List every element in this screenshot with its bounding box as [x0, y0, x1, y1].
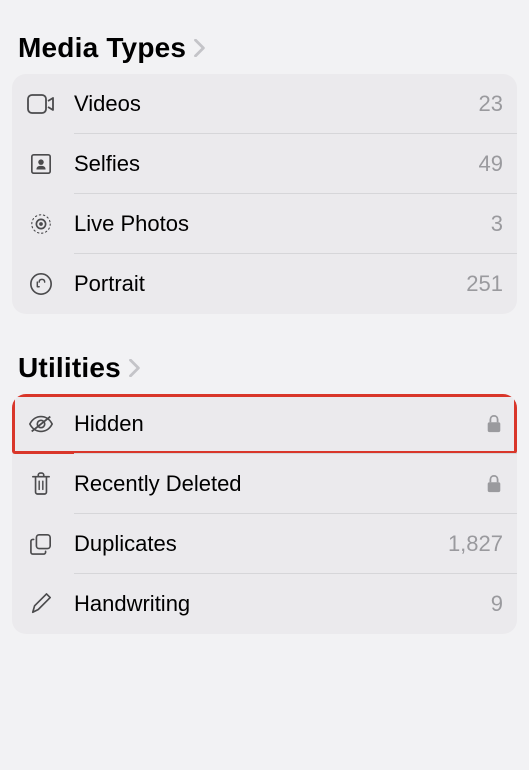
utilities-header[interactable]: Utilities [0, 352, 529, 384]
media-types-header[interactable]: Media Types [0, 32, 529, 64]
hidden-label: Hidden [74, 411, 485, 437]
duplicates-icon [26, 529, 56, 559]
videos-count: 23 [479, 91, 503, 117]
recently-deleted-row[interactable]: Recently Deleted [12, 454, 517, 514]
video-icon [26, 89, 56, 119]
portrait-icon [26, 269, 56, 299]
portrait-count: 251 [466, 271, 503, 297]
chevron-right-icon [129, 359, 141, 377]
trash-icon [26, 469, 56, 499]
selfies-count: 49 [479, 151, 503, 177]
hidden-icon [26, 409, 56, 439]
chevron-right-icon [194, 39, 206, 57]
live-photos-label: Live Photos [74, 211, 491, 237]
live-photos-count: 3 [491, 211, 503, 237]
portrait-row[interactable]: Portrait 251 [12, 254, 517, 314]
handwriting-icon [26, 589, 56, 619]
lock-icon [485, 415, 503, 433]
portrait-label: Portrait [74, 271, 466, 297]
handwriting-label: Handwriting [74, 591, 491, 617]
live-photos-row[interactable]: Live Photos 3 [12, 194, 517, 254]
media-types-card: Videos 23 Selfies 49 Live Photos 3 [12, 74, 517, 314]
media-types-title: Media Types [18, 32, 186, 64]
utilities-title: Utilities [18, 352, 121, 384]
selfies-row[interactable]: Selfies 49 [12, 134, 517, 194]
live-photos-icon [26, 209, 56, 239]
videos-row[interactable]: Videos 23 [12, 74, 517, 134]
recently-deleted-label: Recently Deleted [74, 471, 485, 497]
duplicates-row[interactable]: Duplicates 1,827 [12, 514, 517, 574]
utilities-card: Hidden Recently Deleted Duplicates [12, 394, 517, 634]
handwriting-row[interactable]: Handwriting 9 [12, 574, 517, 634]
selfies-label: Selfies [74, 151, 479, 177]
duplicates-count: 1,827 [448, 531, 503, 557]
handwriting-count: 9 [491, 591, 503, 617]
selfies-icon [26, 149, 56, 179]
duplicates-label: Duplicates [74, 531, 448, 557]
videos-label: Videos [74, 91, 479, 117]
lock-icon [485, 475, 503, 493]
hidden-row[interactable]: Hidden [12, 394, 517, 454]
